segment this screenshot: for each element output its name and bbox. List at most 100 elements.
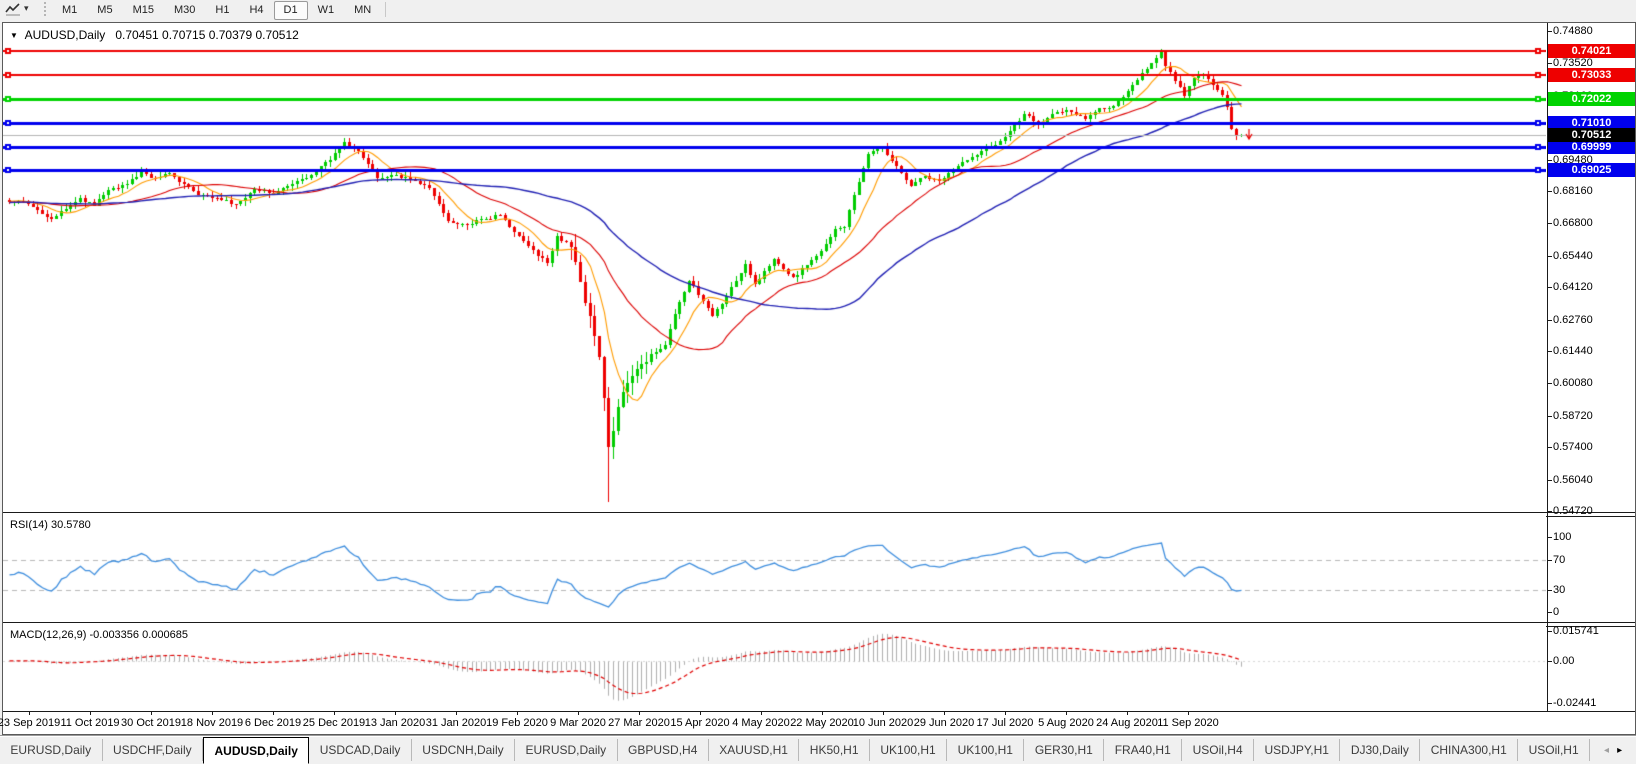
price-line-tag: 0.74021: [1548, 44, 1635, 58]
chart-tab-china300-16[interactable]: CHINA300,H1: [1420, 739, 1519, 761]
price-line-tag: 0.72022: [1548, 92, 1635, 106]
date-axis-tick: [29, 711, 30, 715]
date-axis-tick: [1066, 711, 1067, 715]
price-axis-label: 0.61440: [1553, 345, 1593, 357]
date-axis-tick: [212, 711, 213, 715]
date-axis-tick: [944, 711, 945, 715]
date-axis-tick: [273, 711, 274, 715]
price-axis-label: 0.65440: [1553, 250, 1593, 262]
macd-axis-label: -0.02441: [1553, 697, 1597, 709]
price-axis-label: 0.54720: [1553, 505, 1593, 517]
price-line-tag: 0.73033: [1548, 68, 1635, 82]
date-axis-tick: [639, 711, 640, 715]
timeframe-button-h4[interactable]: H4: [239, 1, 273, 20]
price-axis-label: 0.66800: [1553, 217, 1593, 229]
date-axis-tick: [761, 711, 762, 715]
timeframe-toolbar: ▾ M1 M5 M15 M30 H1 H4 D1 W1 MN: [0, 0, 1636, 21]
price-axis-tick: [1547, 351, 1552, 352]
chart-tab-usdjpy-14[interactable]: USDJPY,H1: [1254, 739, 1341, 761]
rsi-axis-tick: [1547, 560, 1552, 561]
rsi-axis-label: 70: [1553, 554, 1566, 566]
price-axis-label: 0.68160: [1553, 185, 1593, 197]
price-axis-label: 0.60080: [1553, 377, 1593, 389]
date-axis-label: 11 Sep 2020: [1157, 717, 1219, 729]
tab-scroll-left-icon[interactable]: ◂: [1604, 745, 1609, 756]
price-axis-tick: [1547, 160, 1552, 161]
price-axis-tick: [1547, 383, 1552, 384]
macd-axis-tick: [1547, 661, 1552, 662]
timeframe-button-h1[interactable]: H1: [205, 1, 239, 20]
price-axis-label: 0.56040: [1553, 474, 1593, 486]
timeframe-button-w1[interactable]: W1: [308, 1, 345, 20]
price-axis-tick: [1547, 416, 1552, 417]
price-line-tag: 0.69025: [1548, 163, 1635, 177]
price-axis-label: 0.58720: [1553, 410, 1593, 422]
chart-tab-usdcad-3[interactable]: USDCAD,Daily: [309, 739, 412, 761]
chart-tab-dj30-15[interactable]: DJ30,Daily: [1340, 739, 1421, 761]
chart-window: ▼ AUDUSD,Daily 0.70451 0.70715 0.70379 0…: [0, 22, 1636, 735]
chart-tab-uk100-10[interactable]: UK100,H1: [947, 739, 1025, 761]
timeframe-button-m30[interactable]: M30: [164, 1, 205, 20]
tab-scroll-right-icon[interactable]: ▸: [1617, 745, 1622, 756]
chart-tab-usoil-17[interactable]: USOil,H1: [1518, 739, 1591, 761]
macd-pane-canvas[interactable]: [3, 626, 1546, 711]
price-axis-label: 0.74880: [1553, 25, 1593, 37]
date-axis-tick: [1005, 711, 1006, 715]
timeframe-button-m15[interactable]: M15: [123, 1, 164, 20]
price-line-tag: 0.69999: [1548, 140, 1635, 154]
date-axis-tick: [517, 711, 518, 715]
chart-line-icon[interactable]: [5, 2, 21, 21]
timeframe-button-d1[interactable]: D1: [273, 1, 308, 20]
date-axis-tick: [334, 711, 335, 715]
date-axis-tick: [578, 711, 579, 715]
date-axis-tick: [883, 711, 884, 715]
chart-tab-audusd-2[interactable]: AUDUSD,Daily: [203, 737, 310, 764]
timeframe-buttons: M1 M5 M15 M30 H1 H4 D1 W1 MN: [52, 0, 390, 20]
chart-tab-xauusd-7[interactable]: XAUUSD,H1: [709, 739, 800, 761]
price-axis-tick: [1547, 447, 1552, 448]
macd-indicator-label: MACD(12,26,9) -0.003356 0.000685: [10, 629, 188, 641]
date-axis-border: [3, 711, 1635, 712]
date-axis-tick: [1127, 711, 1128, 715]
chart-title: ▼ AUDUSD,Daily 0.70451 0.70715 0.70379 0…: [10, 28, 299, 42]
macd-axis-label: 0.015741: [1553, 625, 1599, 637]
macd-axis-tick: [1547, 631, 1552, 632]
chart-tab-hk50-8[interactable]: HK50,H1: [799, 739, 870, 761]
macd-axis-label: 0.00: [1553, 655, 1575, 667]
collapse-triangle-icon[interactable]: ▼: [10, 31, 18, 40]
chart-tab-eurusd-0[interactable]: EURUSD,Daily: [0, 739, 103, 761]
rsi-pane-canvas[interactable]: [3, 516, 1546, 622]
rsi-axis-label: 0: [1553, 606, 1560, 618]
rsi-axis-label: 30: [1553, 584, 1566, 596]
price-axis-tick: [1547, 511, 1552, 512]
chart-tab-fra40-12[interactable]: FRA40,H1: [1104, 739, 1183, 761]
chart-tab-eurusd-5[interactable]: EURUSD,Daily: [515, 739, 618, 761]
ohlc-quote: 0.70451 0.70715 0.70379 0.70512: [115, 28, 299, 42]
timeframe-button-m1[interactable]: M1: [52, 1, 87, 20]
current-price-tag: 0.70512: [1548, 128, 1635, 142]
price-axis-tick: [1547, 256, 1552, 257]
macd-axis-tick: [1547, 703, 1552, 704]
timeframe-button-mn[interactable]: MN: [344, 1, 381, 20]
chart-tab-uk100-9[interactable]: UK100,H1: [870, 739, 948, 761]
chart-type-dropdown-icon[interactable]: ▾: [24, 3, 29, 14]
price-axis-tick: [1547, 63, 1552, 64]
price-axis-tick: [1547, 320, 1552, 321]
chart-tab-ger30-11[interactable]: GER30,H1: [1024, 739, 1105, 761]
price-chart-canvas[interactable]: [3, 23, 1546, 512]
chart-tab-usdcnh-4[interactable]: USDCNH,Daily: [412, 739, 516, 761]
date-axis-tick: [151, 711, 152, 715]
chart-tab-bar: EURUSD,Daily USDCHF,Daily AUDUSD,Daily USDC…: [0, 737, 1636, 764]
price-axis-tick: [1547, 223, 1552, 224]
tab-scroll-buttons: ◂ ▸: [1590, 737, 1636, 764]
price-axis-tick: [1547, 287, 1552, 288]
timeframe-button-m5[interactable]: M5: [87, 1, 122, 20]
mt4-window: ▾ M1 M5 M15 M30 H1 H4 D1 W1 MN ▼ AUDUSD,Daily 0.…: [0, 0, 1636, 764]
symbol-period-label: AUDUSD,Daily: [24, 28, 106, 42]
chart-tab-usdchf-1[interactable]: USDCHF,Daily: [103, 739, 204, 761]
rsi-axis-label: 100: [1553, 531, 1572, 543]
chart-tab-usoil-13[interactable]: USOil,H4: [1182, 739, 1255, 761]
chart-tab-gbpusd-6[interactable]: GBPUSD,H4: [618, 739, 709, 761]
date-axis-tick: [822, 711, 823, 715]
price-axis-label: 0.64120: [1553, 281, 1593, 293]
